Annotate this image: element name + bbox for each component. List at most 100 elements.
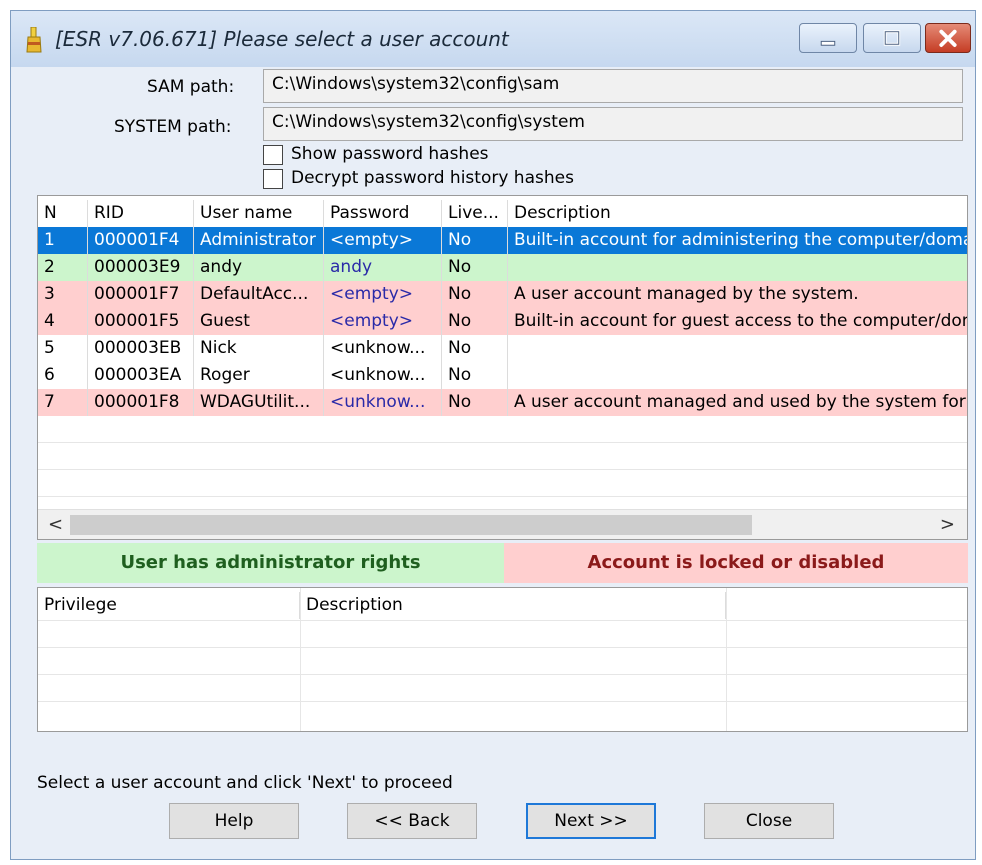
- checkbox-box[interactable]: [263, 145, 283, 165]
- system-path-field[interactable]: C:\Windows\system32\config\system: [263, 107, 963, 141]
- cell-live: No: [442, 389, 508, 416]
- cell-password: <empty>: [324, 308, 442, 335]
- cell-user-name: Guest: [194, 308, 324, 335]
- grid-line: [38, 496, 967, 497]
- close-icon: [939, 29, 957, 47]
- cell-description: A user account managed and used by the s…: [514, 392, 968, 412]
- help-button[interactable]: Help: [169, 803, 299, 839]
- table-row[interactable]: 4 000001F5 Guest <empty> No Built-in account …: [38, 308, 967, 335]
- cell-description: [508, 335, 967, 362]
- status-text: Select a user account and click 'Next' t…: [37, 773, 453, 793]
- dialog-window: [ESR v7.06.671] Please select a user acc…: [10, 10, 976, 860]
- cell-n: 5: [38, 335, 88, 362]
- back-button[interactable]: << Back: [347, 803, 477, 839]
- table-row[interactable]: 5 000003EB Nick <unknow... No: [38, 335, 967, 362]
- maximize-icon: [883, 30, 901, 46]
- grid-line: [38, 469, 967, 470]
- cell-rid: 000003E9: [88, 254, 194, 281]
- privileges-grid[interactable]: Privilege Description: [37, 587, 968, 732]
- cell-n: 7: [38, 389, 88, 416]
- column-divider: [726, 588, 727, 731]
- cell-password: <unknow...: [324, 335, 442, 362]
- cell-n: 6: [38, 362, 88, 389]
- cell-user-name: andy: [194, 254, 324, 281]
- minimize-icon: [820, 40, 836, 46]
- column-header-privilege[interactable]: Privilege: [38, 592, 300, 619]
- cell-user-name: Administrator: [194, 227, 324, 254]
- column-header-empty: [726, 592, 967, 619]
- legend-locked: Account is locked or disabled: [504, 543, 968, 583]
- horizontal-scrollbar[interactable]: < >: [38, 509, 967, 539]
- sam-path-label: SAM path:: [147, 77, 235, 97]
- cell-description: [508, 362, 967, 389]
- table-row[interactable]: 6 000003EA Roger <unknow... No: [38, 362, 967, 389]
- grid-line: [38, 647, 967, 648]
- cell-rid: 000003EB: [88, 335, 194, 362]
- cell-n: 3: [38, 281, 88, 308]
- cell-password: andy: [324, 254, 442, 281]
- cell-description: [508, 254, 967, 281]
- cell-live: No: [442, 254, 508, 281]
- cell-description: A user account managed by the system.: [514, 284, 859, 304]
- cell-password: <empty>: [324, 281, 442, 308]
- minimize-button[interactable]: [799, 23, 857, 53]
- grid-header-row: N RID User name Password Live... Descrip…: [38, 200, 967, 227]
- table-row[interactable]: 3 000001F7 DefaultAcc... <empty> No A user ac…: [38, 281, 967, 308]
- scroll-thumb[interactable]: [70, 515, 752, 535]
- cell-user-name: DefaultAcc...: [194, 281, 324, 308]
- maximize-button[interactable]: [863, 23, 921, 53]
- grid-line: [38, 701, 967, 702]
- table-row[interactable]: 1 000001F4 Administrator <empty> No Built-in …: [38, 227, 967, 254]
- cell-live: No: [442, 227, 508, 254]
- system-path-label: SYSTEM path:: [114, 117, 232, 137]
- legend-admin: User has administrator rights: [37, 543, 504, 583]
- column-header-password[interactable]: Password: [324, 200, 442, 227]
- column-header-live[interactable]: Live...: [442, 200, 508, 227]
- column-header-user-name[interactable]: User name: [194, 200, 324, 227]
- cell-password: <empty>: [324, 227, 442, 254]
- window-title: [ESR v7.06.671] Please select a user acc…: [55, 27, 509, 51]
- brush-icon: [26, 27, 42, 53]
- grid-line: [38, 674, 967, 675]
- column-header-rid[interactable]: RID: [88, 200, 194, 227]
- close-window-button[interactable]: [925, 23, 971, 53]
- cell-rid: 000003EA: [88, 362, 194, 389]
- grid-line: [38, 620, 967, 621]
- cell-user-name: WDAGUtilit...: [194, 389, 324, 416]
- cell-description: Built-in account for guest access to the…: [514, 311, 968, 331]
- column-header-description[interactable]: Description: [508, 200, 967, 227]
- decrypt-history-label: Decrypt password history hashes: [291, 168, 574, 188]
- accounts-grid[interactable]: N RID User name Password Live... Descrip…: [37, 195, 968, 540]
- cell-n: 1: [38, 227, 88, 254]
- show-hashes-label: Show password hashes: [291, 144, 489, 164]
- scroll-left-arrow-icon[interactable]: <: [48, 514, 63, 535]
- cell-live: No: [442, 362, 508, 389]
- cell-rid: 000001F7: [88, 281, 194, 308]
- cell-user-name: Nick: [194, 335, 324, 362]
- cell-description: Built-in account for administering the c…: [514, 230, 968, 250]
- next-button[interactable]: Next >>: [526, 803, 656, 839]
- cell-rid: 000001F8: [88, 389, 194, 416]
- cell-live: No: [442, 281, 508, 308]
- privileges-header-row: Privilege Description: [38, 592, 967, 619]
- cell-rid: 000001F4: [88, 227, 194, 254]
- column-header-n[interactable]: N: [38, 200, 88, 227]
- cell-password: <unknow...: [324, 362, 442, 389]
- checkbox-box[interactable]: [263, 169, 283, 189]
- sam-path-field[interactable]: C:\Windows\system32\config\sam: [263, 69, 963, 103]
- scroll-right-arrow-icon[interactable]: >: [940, 514, 955, 535]
- cell-live: No: [442, 308, 508, 335]
- column-header-privilege-description[interactable]: Description: [300, 592, 726, 619]
- table-row[interactable]: 2 000003E9 andy andy No: [38, 254, 967, 281]
- grid-line: [38, 442, 967, 443]
- cell-rid: 000001F5: [88, 308, 194, 335]
- table-row[interactable]: 7 000001F8 WDAGUtilit... <unknow... No A user…: [38, 389, 967, 416]
- cell-user-name: Roger: [194, 362, 324, 389]
- column-divider: [300, 588, 301, 731]
- cell-n: 2: [38, 254, 88, 281]
- cell-n: 4: [38, 308, 88, 335]
- title-bar[interactable]: [ESR v7.06.671] Please select a user acc…: [11, 11, 975, 67]
- close-button[interactable]: Close: [704, 803, 834, 839]
- cell-password: <unknow...: [324, 389, 442, 416]
- cell-live: No: [442, 335, 508, 362]
